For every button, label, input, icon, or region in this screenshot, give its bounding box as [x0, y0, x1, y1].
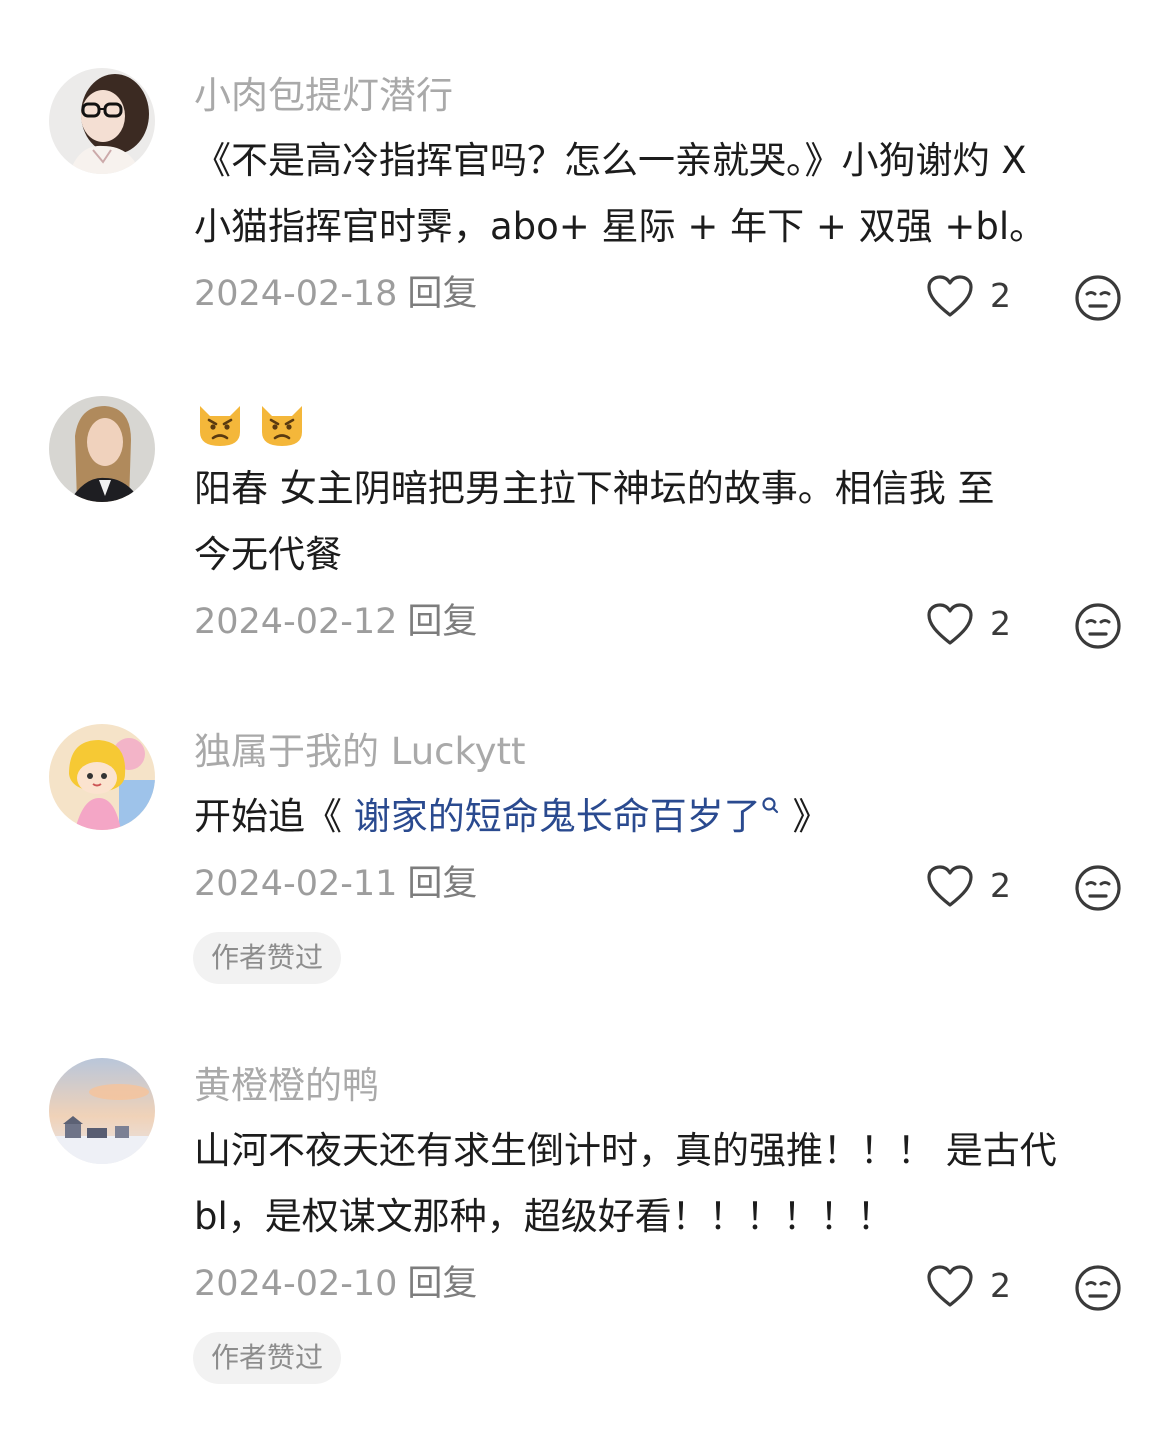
comment-text-line: bl，是权谋文那种，超级好看！！！！！！ [194, 1195, 894, 1238]
reply-button[interactable]: 回复 [407, 1264, 477, 1304]
author-liked-badge: 作者赞过 [193, 1332, 342, 1384]
comment-text: 山河不夜天还有求生倒计时，真的强推！！！ 是古代 bl，是权谋文那种，超级好看！… [194, 1118, 1124, 1250]
user-avatar[interactable] [49, 1058, 155, 1164]
comment-date: 2024-02-10 [194, 1264, 398, 1304]
like-button[interactable]: 2 [926, 1264, 1011, 1308]
dislike-button[interactable] [1074, 1264, 1122, 1312]
comment-text-line: 山河不夜天还有求生倒计时，真的强推！！！ 是古代 [194, 1129, 1057, 1172]
comment-meta: 2024-02-10 回复 [194, 1262, 477, 1306]
comment-item: 黄橙橙的鸭 山河不夜天还有求生倒计时，真的强推！！！ 是古代 bl，是权谋文那种… [0, 0, 1170, 1440]
username[interactable]: 黄橙橙的鸭 [194, 1064, 379, 1108]
meh-face-icon [1074, 1264, 1122, 1312]
heart-outline-icon [926, 1264, 974, 1308]
like-count: 2 [990, 1266, 1011, 1305]
